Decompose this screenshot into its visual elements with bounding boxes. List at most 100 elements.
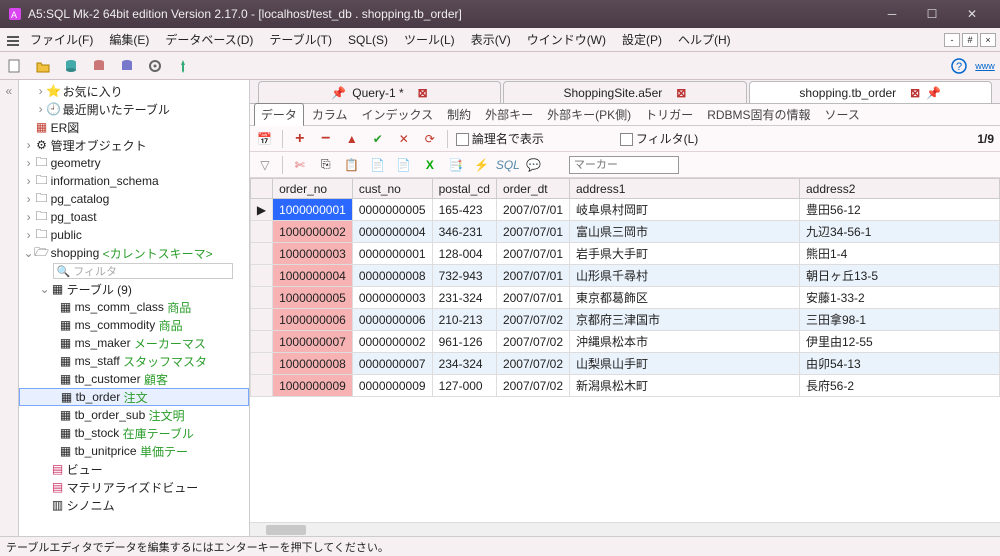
cell-cust_no[interactable]: 0000000001 (352, 243, 432, 265)
cell-order_dt[interactable]: 2007/07/02 (496, 309, 569, 331)
menu-view[interactable]: 表示(V) (463, 29, 519, 50)
cell-order_dt[interactable]: 2007/07/01 (496, 243, 569, 265)
calendar-icon[interactable]: 📅 (256, 130, 274, 148)
subtab-fkpk[interactable]: 外部キー(PK側) (541, 104, 637, 125)
menu-icon[interactable] (4, 31, 22, 49)
cell-address1[interactable]: 岩手県大手町 (570, 243, 800, 265)
subtab-index[interactable]: インデックス (355, 104, 439, 125)
cell-cust_no[interactable]: 0000000008 (352, 265, 432, 287)
help-icon[interactable]: ? (950, 57, 968, 75)
menu-database[interactable]: データベース(D) (157, 29, 261, 50)
cell-order_no[interactable]: 1000000008 (273, 353, 353, 375)
cut-icon[interactable]: ✄ (291, 156, 309, 174)
excel-icon[interactable]: X (421, 156, 439, 174)
add-row-icon[interactable]: + (291, 130, 309, 148)
cell-address1[interactable]: 山梨県山手町 (570, 353, 800, 375)
col-order_dt[interactable]: order_dt (496, 179, 569, 199)
tab-query1[interactable]: 📌Query-1 *⊠ (258, 81, 501, 103)
cell-address1[interactable]: 東京都葛飾区 (570, 287, 800, 309)
tree-tables-group[interactable]: ⌄▦テーブル (9) (19, 280, 249, 298)
cell-address2[interactable]: 朝日ヶ丘13-5 (800, 265, 1000, 287)
col-postal_cd[interactable]: postal_cd (432, 179, 496, 199)
tree-filter[interactable]: 🔍フィルタ (19, 262, 249, 280)
tree-schema-pgtoast[interactable]: ›🗀pg_toast (19, 208, 249, 226)
filter-icon[interactable]: ▽ (256, 156, 274, 174)
tree-table-tb_stock[interactable]: ▦tb_stock 在庫テーブル (19, 424, 249, 442)
del-row-icon[interactable]: − (317, 130, 335, 148)
table-row[interactable]: 10000000090000000009127-0002007/07/02新潟県… (250, 375, 999, 397)
subtab-data[interactable]: データ (254, 103, 304, 127)
tree-schema-geometry[interactable]: ›🗀geometry (19, 154, 249, 172)
filter-toggle[interactable]: フィルタ(L) (620, 130, 698, 147)
tree-table-tb_customer[interactable]: ▦tb_customer 顧客 (19, 370, 249, 388)
refresh-icon[interactable]: ⟳ (421, 130, 439, 148)
cell-address2[interactable]: 三田拿98-1 (800, 309, 1000, 331)
cell-postal_cd[interactable]: 210-213 (432, 309, 496, 331)
menu-tool[interactable]: ツール(L) (396, 29, 463, 50)
tab-a5er[interactable]: ShoppingSite.a5er⊠ (503, 81, 746, 103)
table-row[interactable]: ▶10000000010000000005165-4232007/07/01岐阜… (250, 199, 999, 221)
subtab-column[interactable]: カラム (306, 104, 354, 125)
tree-table-tb_unitprice[interactable]: ▦tb_unitprice 単価テー (19, 442, 249, 460)
cell-order_dt[interactable]: 2007/07/02 (496, 331, 569, 353)
www-icon[interactable]: www (976, 57, 994, 75)
cell-order_dt[interactable]: 2007/07/01 (496, 199, 569, 221)
cell-postal_cd[interactable]: 127-000 (432, 375, 496, 397)
collapse-icon[interactable]: « (5, 84, 12, 98)
cell-address2[interactable]: 安藤1-33-2 (800, 287, 1000, 309)
cell-cust_no[interactable]: 0000000004 (352, 221, 432, 243)
menu-table[interactable]: テーブル(T) (261, 29, 340, 50)
tree-table-ms_commodity[interactable]: ▦ms_commodity 商品 (19, 316, 249, 334)
cell-postal_cd[interactable]: 234-324 (432, 353, 496, 375)
db-icon[interactable] (118, 57, 136, 75)
col-cust_no[interactable]: cust_no (352, 179, 432, 199)
paste-icon[interactable]: 📋 (343, 156, 361, 174)
tree-table-ms_staff[interactable]: ▦ms_staff スタッフマスタ (19, 352, 249, 370)
tab-close-icon[interactable]: ⊠ (418, 86, 428, 100)
cell-order_dt[interactable]: 2007/07/01 (496, 265, 569, 287)
cell-postal_cd[interactable]: 231-324 (432, 287, 496, 309)
table-row[interactable]: 10000000040000000008732-9432007/07/01山形県… (250, 265, 999, 287)
cell-address2[interactable]: 伊里由12-55 (800, 331, 1000, 353)
cell-address2[interactable]: 豊田56-12 (800, 199, 1000, 221)
tab-close-icon[interactable]: ⊠ (676, 86, 686, 100)
subtab-constraint[interactable]: 制約 (441, 104, 477, 125)
tree-schema-public[interactable]: ›🗀public (19, 226, 249, 244)
table-row[interactable]: 10000000060000000006210-2132007/07/02京都府… (250, 309, 999, 331)
cell-order_dt[interactable]: 2007/07/01 (496, 221, 569, 243)
tree-synonyms[interactable]: ▥シノニム (19, 496, 249, 514)
db-add-icon[interactable] (62, 57, 80, 75)
copy-icon[interactable]: ⎘ (317, 156, 335, 174)
tree-table-ms_maker[interactable]: ▦ms_maker メーカーマス (19, 334, 249, 352)
cell-address2[interactable]: 由卯54-13 (800, 353, 1000, 375)
tree-adminobj[interactable]: ›⚙管理オブジェクト (19, 136, 249, 154)
menu-window[interactable]: ウインドウ(W) (519, 29, 614, 50)
cell-address2[interactable]: 長府56-2 (800, 375, 1000, 397)
cell-address2[interactable]: 九辺34-56-1 (800, 221, 1000, 243)
cell-postal_cd[interactable]: 732-943 (432, 265, 496, 287)
cell-order_no[interactable]: 1000000007 (273, 331, 353, 353)
cell-order_no[interactable]: 1000000006 (273, 309, 353, 331)
tab-tborder[interactable]: shopping.tb_order⊠📌 (749, 81, 992, 103)
menu-edit[interactable]: 編集(E) (101, 29, 157, 50)
bolt-icon[interactable]: ⚡ (473, 156, 491, 174)
cell-order_no[interactable]: 1000000004 (273, 265, 353, 287)
cell-cust_no[interactable]: 0000000005 (352, 199, 432, 221)
col-address2[interactable]: address2 (800, 179, 1000, 199)
table-row[interactable]: 10000000070000000002961-1262007/07/02沖縄県… (250, 331, 999, 353)
open-icon[interactable] (34, 57, 52, 75)
minimize-button[interactable]: ─ (872, 0, 912, 28)
cell-cust_no[interactable]: 0000000003 (352, 287, 432, 309)
cell-order_no[interactable]: 1000000005 (273, 287, 353, 309)
cell-order_dt[interactable]: 2007/07/01 (496, 287, 569, 309)
mdi-close[interactable]: × (980, 33, 996, 47)
close-button[interactable]: ✕ (952, 0, 992, 28)
horizontal-scrollbar[interactable] (250, 522, 1000, 536)
cell-address1[interactable]: 沖縄県松本市 (570, 331, 800, 353)
menu-sql[interactable]: SQL(S) (340, 31, 396, 49)
cell-address1[interactable]: 岐阜県村岡町 (570, 199, 800, 221)
maximize-button[interactable]: ☐ (912, 0, 952, 28)
marker-input[interactable] (569, 156, 679, 174)
new-icon[interactable] (6, 57, 24, 75)
tree-favorites[interactable]: ›⭐お気に入り (19, 82, 249, 100)
